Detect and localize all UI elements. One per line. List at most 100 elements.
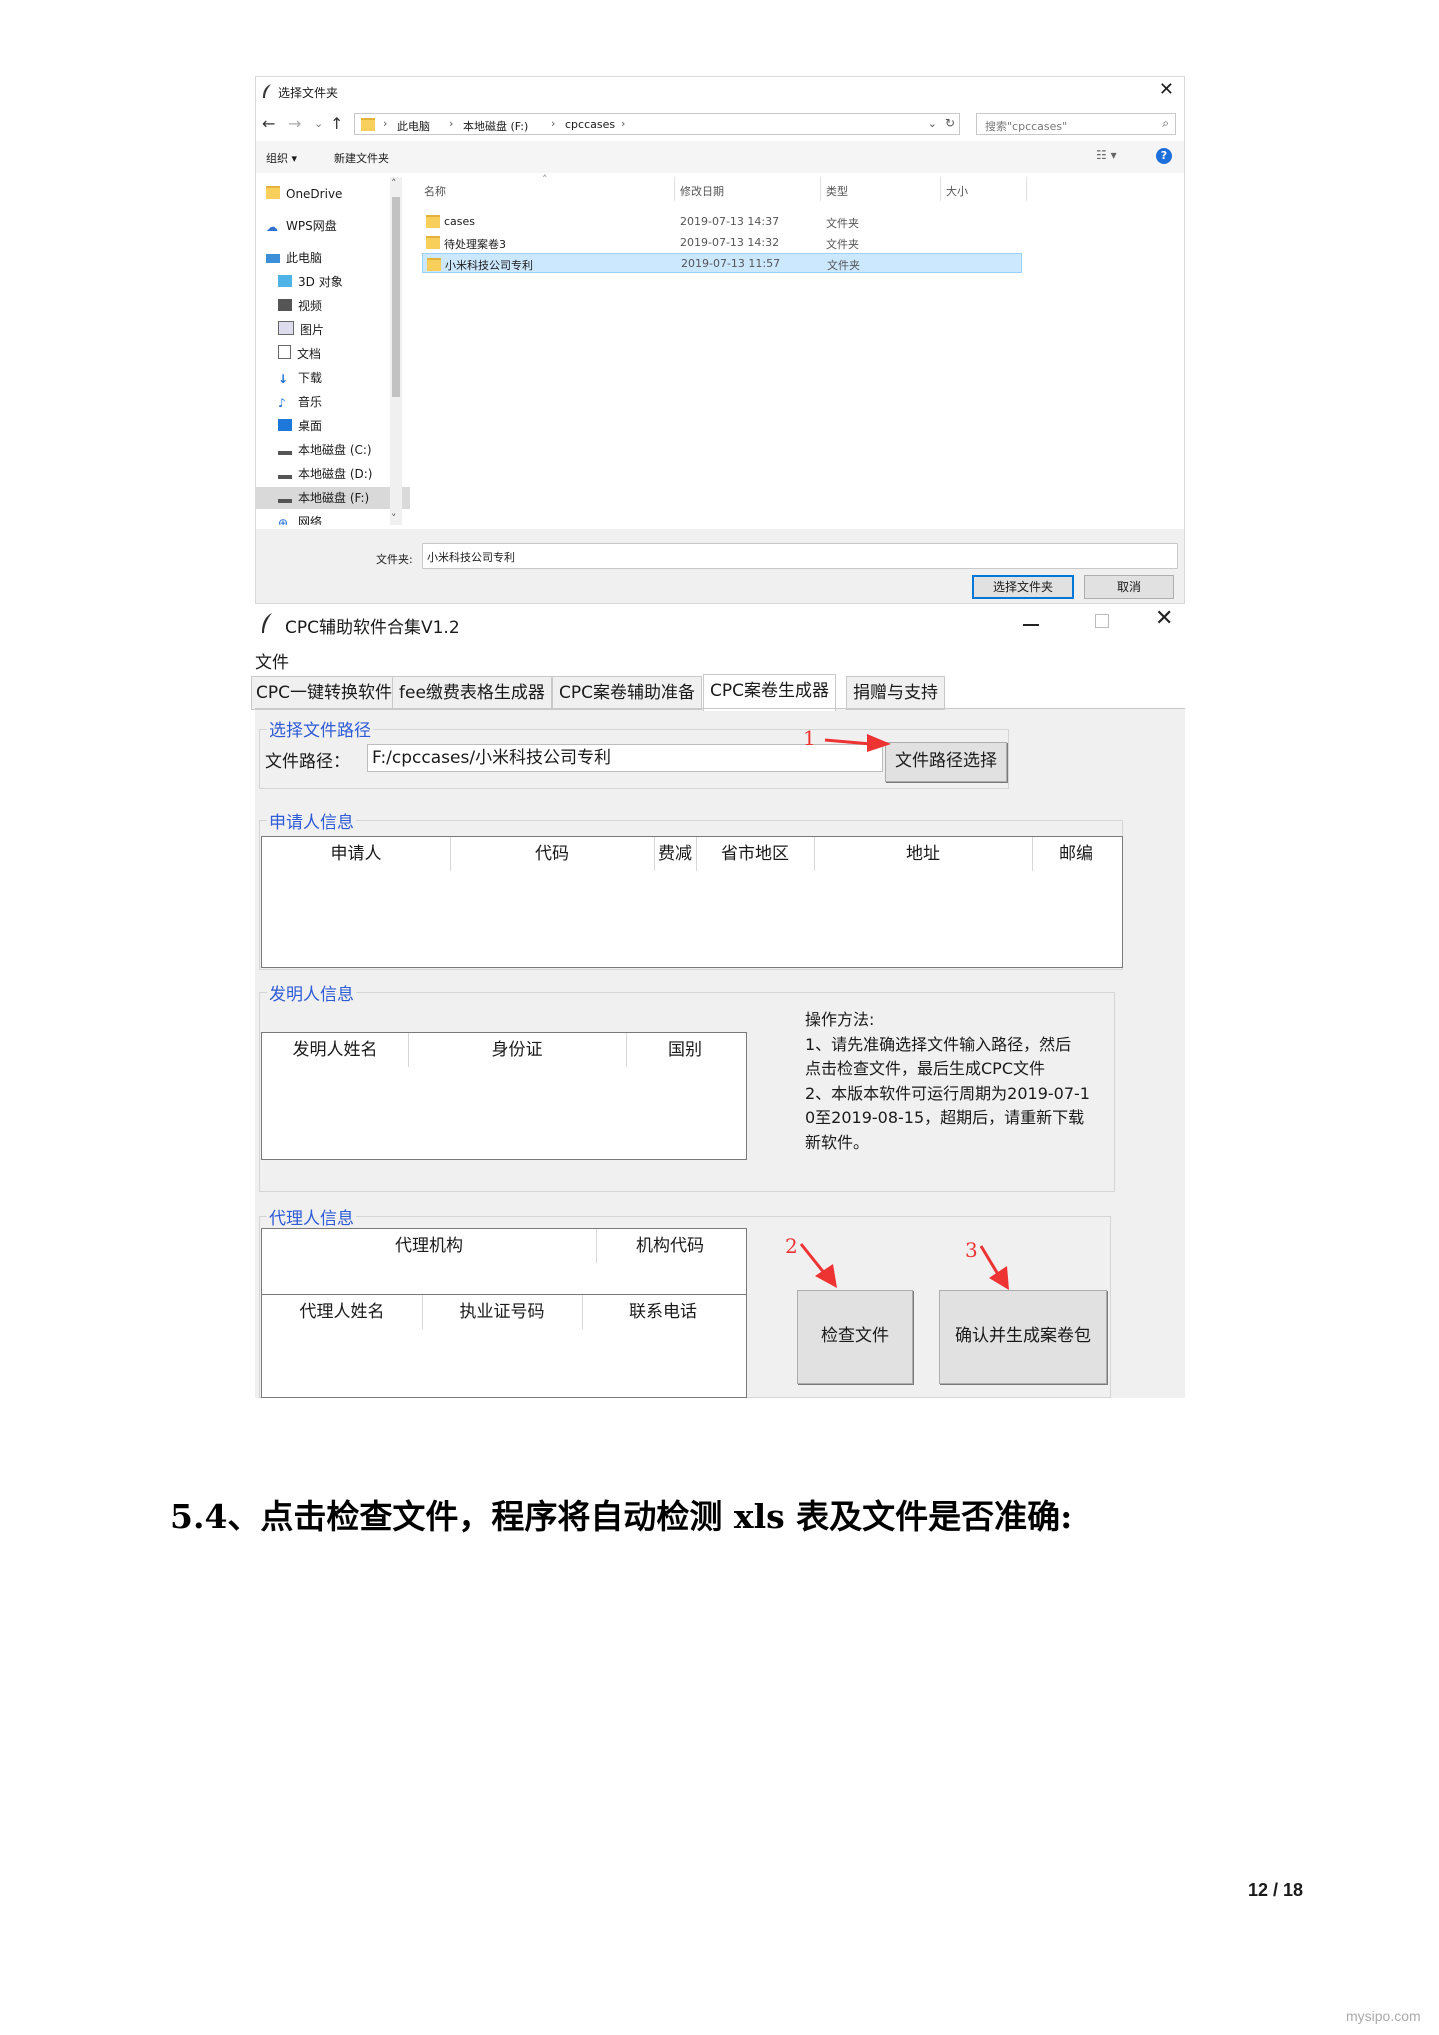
sidebar-item-3d[interactable]: 3D 对象 bbox=[278, 271, 343, 293]
sidebar-item-video[interactable]: 视频 bbox=[278, 295, 322, 317]
sidebar-item-documents[interactable]: 文档 bbox=[278, 343, 321, 365]
sidebar-item-network[interactable]: ⊕ 网络 bbox=[278, 515, 322, 525]
path-select-button[interactable]: 文件路径选择 bbox=[885, 742, 1007, 782]
red-arrow-icon bbox=[799, 1243, 837, 1288]
search-input[interactable]: 搜索"cpccases" ⌕ bbox=[976, 113, 1176, 135]
help-icon[interactable]: ? bbox=[1156, 148, 1172, 164]
column-header[interactable]: 发明人姓名 bbox=[262, 1033, 409, 1067]
column-header-size[interactable]: 大小 bbox=[946, 183, 968, 199]
column-header[interactable]: 地址 bbox=[814, 837, 1033, 871]
sidebar-item-label: 本地磁盘 (F:) bbox=[298, 491, 370, 505]
sidebar-item-music[interactable]: ♪ 音乐 bbox=[278, 391, 322, 413]
cancel-button[interactable]: 取消 bbox=[1084, 575, 1174, 599]
column-header[interactable]: 代理人姓名 bbox=[262, 1295, 423, 1329]
instruction-line: 操作方法: bbox=[805, 1010, 875, 1029]
desktop-icon bbox=[278, 419, 292, 431]
dialog-title: 选择文件夹 bbox=[278, 86, 339, 100]
menu-file[interactable]: 文件 bbox=[255, 648, 289, 673]
breadcrumb-item[interactable]: 本地磁盘 (F:) bbox=[463, 118, 528, 134]
sidebar-item-label: 视频 bbox=[298, 299, 323, 313]
column-header[interactable]: 代理机构 bbox=[262, 1229, 597, 1263]
file-row[interactable]: 待处理案卷3 2019-07-13 14:32 文件夹 bbox=[422, 232, 1022, 252]
sidebar-scrollbar[interactable]: ˄ ˅ bbox=[390, 177, 402, 525]
sidebar-item-wps[interactable]: ☁ WPS网盘 bbox=[266, 215, 337, 237]
instructions: 操作方法: 1、请先准确选择文件输入路径，然后 点击检查文件，最后生成CPC文件… bbox=[805, 1008, 1125, 1155]
folder-name-input[interactable]: 小米科技公司专利 bbox=[422, 543, 1178, 569]
breadcrumb-sep-icon: › bbox=[449, 117, 454, 130]
sidebar-item-onedrive[interactable]: OneDrive bbox=[266, 183, 342, 205]
dropdown-chevron-icon[interactable]: ⌄ bbox=[928, 117, 937, 130]
column-header[interactable]: 代码 bbox=[450, 837, 655, 871]
instruction-line: 新软件。 bbox=[805, 1132, 870, 1152]
folder-icon bbox=[361, 118, 375, 131]
sidebar-item-label: WPS网盘 bbox=[286, 219, 337, 233]
sidebar-item-label: 文档 bbox=[297, 347, 322, 361]
agent-table[interactable]: 代理人姓名 执业证号码 联系电话 bbox=[261, 1294, 747, 1398]
check-file-button[interactable]: 检查文件 bbox=[797, 1290, 913, 1384]
computer-icon bbox=[266, 254, 280, 263]
tab-fee-generator[interactable]: fee缴费表格生成器 bbox=[392, 676, 552, 710]
recent-chevron-icon[interactable]: ⌄ bbox=[314, 117, 323, 130]
tab-case-generator[interactable]: CPC案卷生成器 bbox=[703, 674, 836, 711]
tab-panel: CPC一键转换软件 fee缴费表格生成器 CPC案卷辅助准备 CPC案卷生成器 … bbox=[251, 672, 1185, 1398]
column-header-type[interactable]: 类型 bbox=[826, 183, 848, 199]
search-icon[interactable]: ⌕ bbox=[1162, 116, 1169, 131]
file-row-selected[interactable]: 小米科技公司专利 2019-07-13 11:57 文件夹 bbox=[422, 253, 1022, 273]
column-header[interactable]: 机构代码 bbox=[596, 1229, 744, 1263]
address-bar[interactable]: › 此电脑 › 本地磁盘 (F:) › cpccases › ⌄ ↻ bbox=[354, 113, 960, 135]
column-header[interactable]: 身份证 bbox=[408, 1033, 627, 1067]
column-header[interactable]: 执业证号码 bbox=[422, 1295, 583, 1329]
breadcrumb-item[interactable]: 此电脑 bbox=[397, 118, 430, 134]
inventor-table[interactable]: 发明人姓名 身份证 国别 bbox=[261, 1032, 747, 1160]
sidebar-item-this-pc[interactable]: 此电脑 bbox=[266, 247, 322, 269]
select-folder-button[interactable]: 选择文件夹 bbox=[972, 575, 1074, 599]
breadcrumb-item[interactable]: cpccases bbox=[565, 118, 615, 131]
sidebar-item-pictures[interactable]: 图片 bbox=[278, 319, 324, 341]
tab-case-prep[interactable]: CPC案卷辅助准备 bbox=[552, 676, 702, 710]
agency-table[interactable]: 代理机构 机构代码 bbox=[261, 1228, 747, 1296]
column-divider bbox=[674, 177, 675, 201]
organize-menu[interactable]: 组织 ▾ bbox=[266, 150, 297, 166]
column-divider bbox=[1026, 177, 1027, 201]
cube-icon bbox=[278, 275, 292, 287]
sidebar-item-drive-c[interactable]: 本地磁盘 (C:) bbox=[278, 439, 372, 461]
sidebar-item-downloads[interactable]: ↓ 下载 bbox=[278, 367, 322, 389]
sidebar-item-drive-f[interactable]: 本地磁盘 (F:) bbox=[256, 487, 410, 509]
scrollbar-thumb[interactable] bbox=[392, 197, 400, 397]
document-icon bbox=[278, 345, 291, 359]
column-header[interactable]: 省市地区 bbox=[696, 837, 815, 871]
sidebar-item-desktop[interactable]: 桌面 bbox=[278, 415, 322, 437]
drive-icon bbox=[278, 445, 292, 455]
scroll-down-icon[interactable]: ˅ bbox=[391, 512, 397, 525]
column-header-name[interactable]: 名称 bbox=[424, 183, 446, 199]
column-header[interactable]: 申请人 bbox=[262, 837, 451, 871]
column-header-date[interactable]: 修改日期 bbox=[680, 183, 724, 199]
sidebar-item-drive-d[interactable]: 本地磁盘 (D:) bbox=[278, 463, 372, 485]
forward-arrow-icon[interactable]: → bbox=[288, 114, 301, 133]
file-type: 文件夹 bbox=[827, 259, 860, 272]
column-header[interactable]: 联系电话 bbox=[582, 1295, 744, 1329]
red-arrow-icon bbox=[824, 734, 891, 752]
breadcrumb-sep-icon: › bbox=[621, 117, 626, 130]
maximize-icon[interactable] bbox=[1095, 614, 1109, 628]
instruction-line: 0至2019-08-15，超期后，请重新下载 bbox=[805, 1108, 1085, 1127]
view-options-icon[interactable]: ☷ ▾ bbox=[1096, 148, 1117, 162]
tab-donate[interactable]: 捐赠与支持 bbox=[846, 676, 945, 710]
refresh-icon[interactable]: ↻ bbox=[945, 116, 955, 130]
column-header[interactable]: 费减 bbox=[654, 837, 697, 871]
up-arrow-icon[interactable]: ↑ bbox=[330, 114, 343, 133]
applicant-table[interactable]: 申请人 代码 费减 省市地区 地址 邮编 bbox=[261, 836, 1123, 968]
file-row[interactable]: cases 2019-07-13 14:37 文件夹 bbox=[422, 211, 1022, 231]
back-arrow-icon[interactable]: ← bbox=[262, 114, 275, 133]
close-icon[interactable]: ✕ bbox=[1159, 79, 1174, 100]
tab-cpc-converter[interactable]: CPC一键转换软件 bbox=[251, 676, 393, 710]
generate-package-button[interactable]: 确认并生成案卷包 bbox=[939, 1290, 1107, 1384]
sidebar-item-label: OneDrive bbox=[286, 187, 343, 201]
close-icon[interactable]: ✕ bbox=[1155, 606, 1173, 631]
minimize-icon[interactable] bbox=[1023, 624, 1039, 626]
column-header[interactable]: 国别 bbox=[626, 1033, 744, 1067]
select-folder-dialog: 选择文件夹 ✕ ← → ⌄ ↑ › 此电脑 › 本地磁盘 (F:) › cpcc… bbox=[255, 76, 1185, 604]
new-folder-button[interactable]: 新建文件夹 bbox=[334, 150, 389, 166]
scroll-up-icon[interactable]: ˄ bbox=[391, 177, 397, 190]
column-header[interactable]: 邮编 bbox=[1032, 837, 1120, 871]
